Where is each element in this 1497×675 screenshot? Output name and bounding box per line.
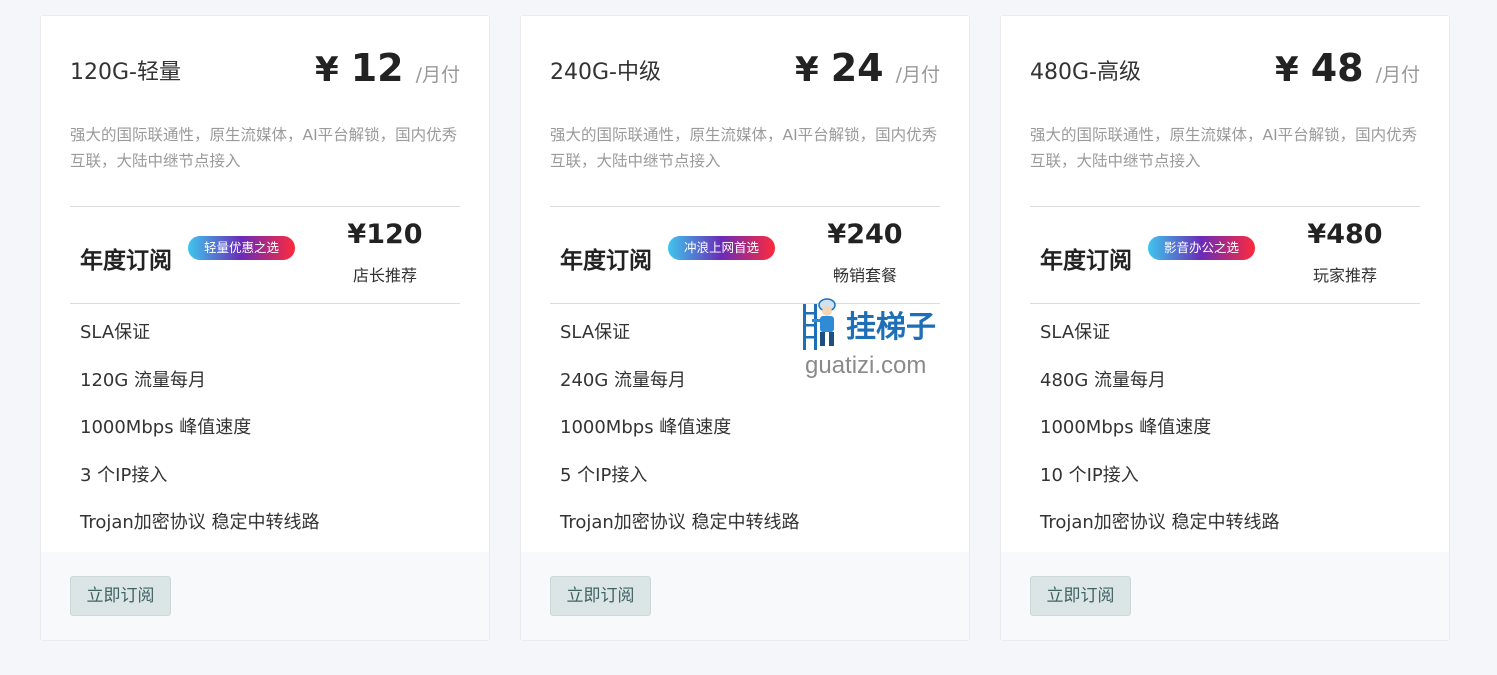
plan-price: ¥ 12 /月付 xyxy=(315,46,460,90)
watermark-brand-en: guatizi.com xyxy=(805,352,927,379)
feature-item: 5 个IP接入 xyxy=(560,464,648,486)
price-unit: /月付 xyxy=(415,64,460,86)
subscribe-button[interactable]: 立即订阅 xyxy=(550,576,651,616)
feature-list: SLA保证 480G 流量每月 1000Mbps 峰值速度 10 个IP接入 T… xyxy=(1040,304,1280,542)
feature-list: SLA保证 120G 流量每月 1000Mbps 峰值速度 3 个IP接入 Tr… xyxy=(80,304,320,542)
plan-description: 强大的国际联通性，原生流媒体，AI平台解锁，国内优秀互联，大陆中继节点接入 xyxy=(70,126,458,170)
price-value: 24 xyxy=(830,46,884,90)
currency-symbol: ¥ xyxy=(315,50,339,90)
plan-header: 120G-轻量 ¥ 12 /月付 强大的国际联通性，原生流媒体，AI平台解锁，国… xyxy=(70,16,460,206)
feature-item: Trojan加密协议 稳定中转线路 xyxy=(1040,512,1280,533)
annual-subscription: 年度订阅 影音办公之选 ¥480 玩家推荐 xyxy=(1030,207,1420,303)
feature-item: 1000Mbps 峰值速度 xyxy=(1040,417,1212,438)
currency-symbol: ¥ xyxy=(795,50,819,90)
annual-price: ¥480 xyxy=(1307,219,1383,250)
card-footer: 立即订阅 xyxy=(41,552,489,640)
feature-item: Trojan加密协议 稳定中转线路 xyxy=(80,512,320,533)
annual-title: 年度订阅 xyxy=(560,248,652,274)
promo-badge: 影音办公之选 xyxy=(1148,236,1256,260)
feature-item: 10 个IP接入 xyxy=(1040,464,1139,486)
subscribe-button[interactable]: 立即订阅 xyxy=(1030,576,1131,616)
annual-subscription: 年度订阅 冲浪上网首选 ¥240 畅销套餐 xyxy=(550,207,940,303)
card-footer: 立即订阅 xyxy=(521,552,969,640)
plan-price: ¥ 24 /月付 xyxy=(795,46,940,90)
plan-name: 480G-高级 xyxy=(1030,60,1141,85)
promo-badge: 冲浪上网首选 xyxy=(668,236,776,260)
price-value: 48 xyxy=(1310,46,1364,90)
price-value: 12 xyxy=(350,46,404,90)
promo-badge: 轻量优惠之选 xyxy=(188,236,296,260)
annual-title: 年度订阅 xyxy=(1040,248,1132,274)
plan-name: 120G-轻量 xyxy=(70,60,181,85)
plan-card-120g: 120G-轻量 ¥ 12 /月付 强大的国际联通性，原生流媒体，AI平台解锁，国… xyxy=(40,15,490,641)
annual-note: 店长推荐 xyxy=(352,266,417,285)
subscribe-button[interactable]: 立即订阅 xyxy=(70,576,171,616)
plan-header: 240G-中级 ¥ 24 /月付 强大的国际联通性，原生流媒体，AI平台解锁，国… xyxy=(550,16,940,206)
feature-item: 3 个IP接入 xyxy=(80,464,168,486)
price-unit: /月付 xyxy=(895,64,940,86)
plan-price: ¥ 48 /月付 xyxy=(1275,46,1420,90)
feature-item: 1000Mbps 峰值速度 xyxy=(560,417,732,438)
feature-list: SLA保证 240G 流量每月 1000Mbps 峰值速度 5 个IP接入 Tr… xyxy=(560,304,800,542)
feature-item: 240G 流量每月 xyxy=(560,369,687,391)
plan-description: 强大的国际联通性，原生流媒体，AI平台解锁，国内优秀互联，大陆中继节点接入 xyxy=(550,126,938,170)
plan-name: 240G-中级 xyxy=(550,60,661,85)
price-unit: /月付 xyxy=(1375,64,1420,86)
feature-item: Trojan加密协议 稳定中转线路 xyxy=(560,512,800,533)
watermark: 挂梯子 guatizi.com xyxy=(800,296,950,382)
annual-price: ¥240 xyxy=(827,219,903,250)
annual-note: 玩家推荐 xyxy=(1312,266,1377,285)
currency-symbol: ¥ xyxy=(1275,50,1299,90)
annual-price: ¥120 xyxy=(347,219,423,250)
feature-item: 480G 流量每月 xyxy=(1040,369,1167,391)
annual-subscription: 年度订阅 轻量优惠之选 ¥120 店长推荐 xyxy=(70,207,460,303)
annual-title: 年度订阅 xyxy=(80,248,172,274)
feature-item: SLA保证 xyxy=(560,322,631,343)
feature-item: 1000Mbps 峰值速度 xyxy=(80,417,252,438)
feature-item: 120G 流量每月 xyxy=(80,369,207,391)
watermark-brand-cn: 挂梯子 xyxy=(846,310,936,345)
annual-note: 畅销套餐 xyxy=(832,266,897,285)
feature-item: SLA保证 xyxy=(80,322,151,343)
plan-description: 强大的国际联通性，原生流媒体，AI平台解锁，国内优秀互联，大陆中继节点接入 xyxy=(1030,126,1418,170)
ladder-worker-icon xyxy=(803,298,836,350)
pricing-cards: 120G-轻量 ¥ 12 /月付 强大的国际联通性，原生流媒体，AI平台解锁，国… xyxy=(0,0,1497,675)
feature-item: SLA保证 xyxy=(1040,322,1111,343)
plan-card-480g: 480G-高级 ¥ 48 /月付 强大的国际联通性，原生流媒体，AI平台解锁，国… xyxy=(1000,15,1450,641)
plan-header: 480G-高级 ¥ 48 /月付 强大的国际联通性，原生流媒体，AI平台解锁，国… xyxy=(1030,16,1420,206)
card-footer: 立即订阅 xyxy=(1001,552,1449,640)
